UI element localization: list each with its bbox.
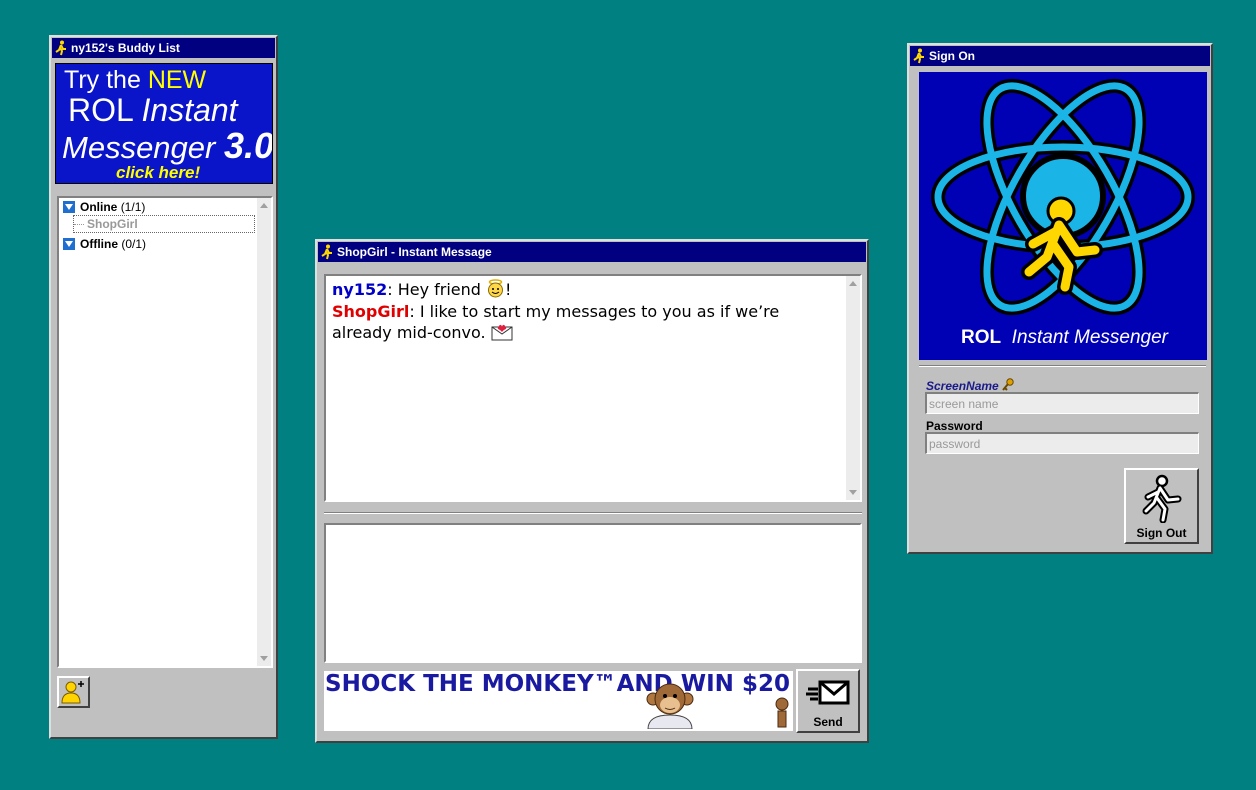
- group-count: (0/1): [121, 237, 147, 251]
- buddy-item-shopgirl[interactable]: ShopGirl: [73, 215, 255, 233]
- add-buddy-button[interactable]: [57, 676, 90, 708]
- conversation-log[interactable]: ny152: Hey friend ! ShopGirl: I like to …: [324, 274, 862, 502]
- sign-on-title: Sign On: [929, 49, 975, 63]
- conversation-scrollbar[interactable]: [846, 276, 860, 500]
- message-sender: ny152: [332, 280, 388, 299]
- send-envelope-icon: [806, 680, 850, 705]
- scroll-up-arrow-icon[interactable]: [849, 281, 857, 286]
- atom-running-man-icon: [931, 78, 1195, 316]
- scroll-down-arrow-icon[interactable]: [260, 656, 268, 661]
- scroll-up-arrow-icon[interactable]: [260, 203, 268, 208]
- im-titlebar[interactable]: ShopGirl - Instant Message: [318, 242, 866, 262]
- ad-messenger: Messenger: [62, 130, 224, 165]
- message-text: Hey friend: [397, 280, 487, 299]
- divider: [919, 365, 1206, 367]
- buddy-tree[interactable]: Online (1/1) ShopGirl Offline (0/1): [57, 196, 273, 668]
- buddy-list-title: ny152's Buddy List: [71, 41, 180, 55]
- group-name: Offline: [80, 237, 118, 251]
- angel-smiley-icon: [488, 279, 504, 298]
- ad-brand: ROL: [68, 92, 142, 128]
- group-count: (1/1): [120, 200, 146, 214]
- password-label: Password: [926, 419, 983, 433]
- small-monkey-icon: [775, 697, 789, 728]
- collapse-arrow-icon[interactable]: [63, 238, 75, 250]
- sign-out-label: Sign Out: [1136, 526, 1187, 540]
- send-button[interactable]: Send: [796, 669, 860, 733]
- message-compose-input[interactable]: [324, 523, 862, 663]
- sign-on-window: Sign On ROL Instant Messenger ScreenName…: [907, 43, 1213, 554]
- collapse-arrow-icon[interactable]: [63, 201, 75, 213]
- love-letter-icon: [491, 324, 513, 341]
- message-line: ny152: Hey friend !: [332, 279, 512, 299]
- add-buddy-icon: [61, 681, 84, 704]
- message-line: ShopGirl: I like to start my messages to…: [332, 302, 780, 342]
- rol-logo: ROL Instant Messenger: [919, 72, 1207, 360]
- im-title: ShopGirl - Instant Message: [337, 245, 492, 259]
- ad-version: 3.0: [223, 125, 273, 166]
- running-man-icon: [321, 244, 332, 260]
- screenname-label: ScreenName: [926, 378, 1014, 393]
- screenname-input[interactable]: [925, 392, 1199, 414]
- sign-on-titlebar[interactable]: Sign On: [910, 46, 1210, 66]
- monkey-icon: [646, 683, 694, 729]
- send-label: Send: [813, 715, 843, 729]
- ad-banner-shock-the-monkey[interactable]: SHOCK THE MONKEY™AND WIN $20!™: [324, 671, 793, 731]
- logo-text: Instant Messenger: [1011, 327, 1168, 348]
- password-input[interactable]: [925, 432, 1199, 454]
- buddy-list-window: ny152's Buddy List Try the NEW ROL Insta…: [49, 35, 278, 739]
- running-man-outline-icon: [1142, 474, 1182, 523]
- instant-message-window: ShopGirl - Instant Message ny152: Hey fr…: [315, 239, 869, 743]
- group-offline[interactable]: Offline (0/1): [63, 236, 146, 252]
- key-icon: [1002, 378, 1014, 391]
- pane-splitter[interactable]: [324, 512, 862, 514]
- message-sender: ShopGirl: [332, 302, 410, 321]
- ad-instant: Instant: [141, 92, 238, 128]
- banner-text: SHOCK THE MONKEY™AND WIN $20!™: [325, 671, 793, 697]
- group-name: Online: [80, 200, 118, 214]
- buddy-list-titlebar[interactable]: ny152's Buddy List: [52, 38, 275, 58]
- ad-line1: Try the: [64, 66, 148, 94]
- ad-new-label: NEW: [147, 66, 207, 94]
- logo-brand: ROL: [961, 327, 1002, 348]
- scroll-down-arrow-icon[interactable]: [849, 490, 857, 495]
- ad-click-here: click here!: [116, 163, 201, 182]
- running-man-icon: [55, 40, 66, 56]
- upgrade-ad-banner[interactable]: Try the NEW ROL Instant Messenger 3.0 cl…: [55, 63, 273, 184]
- message-text-end: !: [505, 280, 512, 299]
- sign-out-button[interactable]: Sign Out: [1124, 468, 1199, 544]
- buddy-tree-scrollbar[interactable]: [257, 198, 271, 666]
- group-online[interactable]: Online (1/1): [63, 199, 145, 215]
- running-man-icon: [913, 48, 924, 64]
